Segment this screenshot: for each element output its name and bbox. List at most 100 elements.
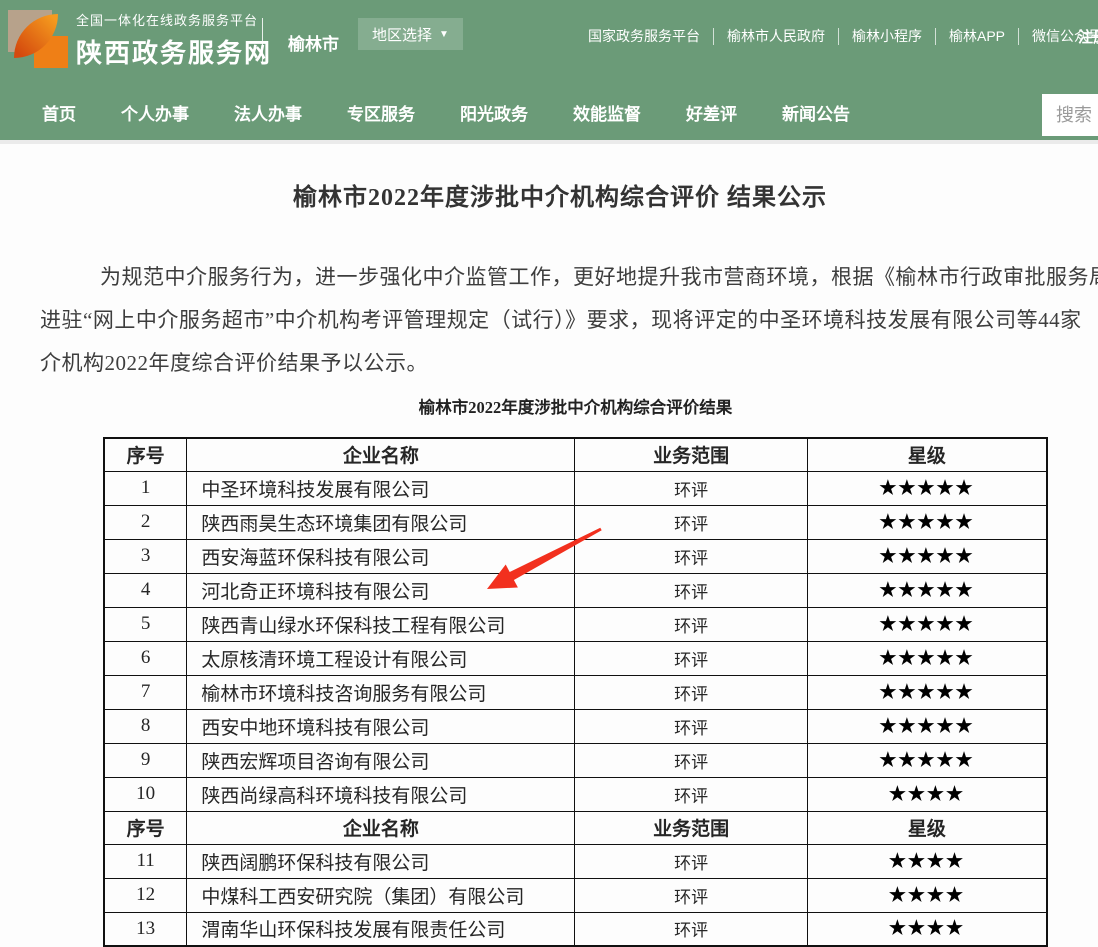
row-seq: 9	[104, 743, 187, 777]
current-city-label: 榆林市	[288, 30, 339, 55]
row-stars: ★★★★	[807, 878, 1047, 912]
row-stars: ★★★★★	[807, 471, 1047, 505]
table-row-highlighted: 4 河北奇正环境科技有限公司 环评 ★★★★★	[104, 573, 1047, 607]
row-stars: ★★★★★	[807, 607, 1047, 641]
main-nav: 首页 个人办事 法人办事 专区服务 阳光政务 效能监督 好差评 新闻公告	[0, 85, 1098, 140]
table-row: 7 榆林市环境科技咨询服务有限公司 环评 ★★★★★	[104, 675, 1047, 709]
row-seq: 4	[104, 573, 187, 607]
row-seq: 2	[104, 505, 187, 539]
table-row: 12 中煤科工西安研究院（集团）有限公司 环评 ★★★★	[104, 878, 1047, 912]
link-app[interactable]: 榆林APP	[936, 26, 1018, 46]
platform-subtitle: 全国一体化在线政务服务平台	[76, 10, 272, 29]
row-name: 太原核清环境工程设计有限公司	[187, 641, 575, 675]
row-stars: ★★★★	[807, 912, 1047, 946]
link-mini-program[interactable]: 榆林小程序	[839, 26, 935, 46]
row-scope: 环评	[575, 641, 807, 675]
row-stars: ★★★★★	[807, 743, 1047, 777]
row-name: 陕西宏辉项目咨询有限公司	[187, 743, 575, 777]
row-stars: ★★★★	[807, 844, 1047, 878]
table-header-row-repeat: 序号 企业名称 业务范围 星级	[104, 811, 1047, 844]
col-header-scope: 业务范围	[575, 811, 807, 844]
evaluation-results-table: 序号 企业名称 业务范围 星级 1 中圣环境科技发展有限公司 环评 ★★★★★ …	[103, 437, 1048, 947]
row-seq: 12	[104, 878, 187, 912]
site-header: 全国一体化在线政务服务平台 陕西政务服务网 榆林市 地区选择 ▼ 国家政务服务平…	[0, 0, 1098, 85]
row-seq: 8	[104, 709, 187, 743]
nav-item-personal[interactable]: 个人办事	[121, 100, 189, 125]
row-name: 陕西阔鹏环保科技有限公司	[187, 844, 575, 878]
row-scope: 环评	[575, 607, 807, 641]
row-scope: 环评	[575, 709, 807, 743]
col-header-name: 企业名称	[187, 438, 575, 471]
site-name: 陕西政务服务网	[76, 33, 272, 70]
row-name: 陕西青山绿水环保科技工程有限公司	[187, 607, 575, 641]
table-row: 1 中圣环境科技发展有限公司 环评 ★★★★★	[104, 471, 1047, 505]
site-logo-icon[interactable]	[8, 8, 68, 70]
row-stars: ★★★★	[807, 777, 1047, 811]
nav-item-efficiency[interactable]: 效能监督	[573, 100, 641, 125]
table-row: 11 陕西阔鹏环保科技有限公司 环评 ★★★★	[104, 844, 1047, 878]
brand-text[interactable]: 全国一体化在线政务服务平台 陕西政务服务网	[76, 10, 272, 70]
nav-item-legal-entity[interactable]: 法人办事	[234, 100, 302, 125]
col-header-seq: 序号	[104, 438, 187, 471]
search-input[interactable]	[1042, 94, 1098, 136]
row-seq: 7	[104, 675, 187, 709]
row-scope: 环评	[575, 743, 807, 777]
row-name: 陕西雨昊生态环境集团有限公司	[187, 505, 575, 539]
col-header-star: 星级	[807, 438, 1047, 471]
table-row: 5 陕西青山绿水环保科技工程有限公司 环评 ★★★★★	[104, 607, 1047, 641]
nav-item-rating[interactable]: 好差评	[686, 100, 737, 125]
row-stars: ★★★★★	[807, 505, 1047, 539]
row-scope: 环评	[575, 573, 807, 607]
nav-item-news[interactable]: 新闻公告	[782, 100, 850, 125]
table-row: 8 西安中地环境科技有限公司 环评 ★★★★★	[104, 709, 1047, 743]
register-link[interactable]: 注册	[1078, 26, 1098, 47]
table-caption: 榆林市2022年度涉批中介机构综合评价结果	[103, 394, 1048, 418]
paragraph-line: 为规范中介服务行为，进一步强化中介监管工作，更好地提升我市营商环境，根据《榆林市…	[40, 256, 1098, 299]
row-seq: 1	[104, 471, 187, 505]
link-national-platform[interactable]: 国家政务服务平台	[575, 26, 713, 46]
row-stars: ★★★★★	[807, 539, 1047, 573]
nav-item-sunshine-gov[interactable]: 阳光政务	[460, 100, 528, 125]
table-row: 9 陕西宏辉项目咨询有限公司 环评 ★★★★★	[104, 743, 1047, 777]
table-row: 10 陕西尚绿高科环境科技有限公司 环评 ★★★★	[104, 777, 1047, 811]
paragraph-line: 进驻“网上中介服务超市”中介机构考评管理规定（试行）》要求，现将评定的中圣环境科…	[40, 299, 1098, 342]
table-row: 3 西安海蓝环保科技有限公司 环评 ★★★★★	[104, 539, 1047, 573]
row-scope: 环评	[575, 878, 807, 912]
row-scope: 环评	[575, 675, 807, 709]
row-name: 西安海蓝环保科技有限公司	[187, 539, 575, 573]
row-seq: 5	[104, 607, 187, 641]
row-stars: ★★★★★	[807, 641, 1047, 675]
row-seq: 6	[104, 641, 187, 675]
top-links: 国家政务服务平台 榆林市人民政府 榆林小程序 榆林APP 微信公众号	[575, 26, 1098, 46]
region-select-label: 地区选择	[372, 24, 432, 45]
row-scope: 环评	[575, 912, 807, 946]
paragraph-line: 介机构2022年度综合评价结果予以公示。	[40, 342, 1098, 385]
nav-item-zone-services[interactable]: 专区服务	[347, 100, 415, 125]
row-stars: ★★★★★	[807, 709, 1047, 743]
row-scope: 环评	[575, 777, 807, 811]
row-name: 渭南华山环保科技发展有限责任公司	[187, 912, 575, 946]
row-scope: 环评	[575, 471, 807, 505]
link-city-government[interactable]: 榆林市人民政府	[714, 26, 838, 46]
row-scope: 环评	[575, 844, 807, 878]
row-seq: 11	[104, 844, 187, 878]
col-header-name: 企业名称	[187, 811, 575, 844]
table-row: 6 太原核清环境工程设计有限公司 环评 ★★★★★	[104, 641, 1047, 675]
nav-item-home[interactable]: 首页	[42, 100, 76, 125]
page-title: 榆林市2022年度涉批中介机构综合评价 结果公示	[0, 177, 1098, 212]
col-header-scope: 业务范围	[575, 438, 807, 471]
row-name: 河北奇正环境科技有限公司	[187, 573, 575, 607]
region-select-button[interactable]: 地区选择 ▼	[358, 18, 463, 50]
announcement-paragraph: 为规范中介服务行为，进一步强化中介监管工作，更好地提升我市营商环境，根据《榆林市…	[40, 256, 1098, 385]
row-stars: ★★★★★	[807, 573, 1047, 607]
row-scope: 环评	[575, 505, 807, 539]
row-scope: 环评	[575, 539, 807, 573]
page: 全国一体化在线政务服务平台 陕西政务服务网 榆林市 地区选择 ▼ 国家政务服务平…	[0, 0, 1098, 947]
row-name: 陕西尚绿高科环境科技有限公司	[187, 777, 575, 811]
row-name: 榆林市环境科技咨询服务有限公司	[187, 675, 575, 709]
row-name: 中圣环境科技发展有限公司	[187, 471, 575, 505]
row-seq: 10	[104, 777, 187, 811]
row-name: 中煤科工西安研究院（集团）有限公司	[187, 878, 575, 912]
row-name: 西安中地环境科技有限公司	[187, 709, 575, 743]
table-header-row: 序号 企业名称 业务范围 星级	[104, 438, 1047, 471]
